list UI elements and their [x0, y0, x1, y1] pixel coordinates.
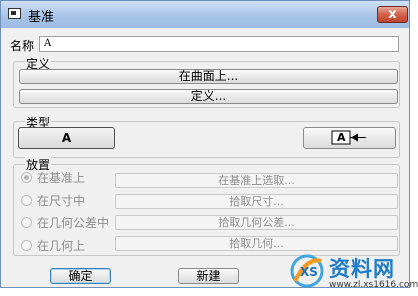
datum-dialog: 基准 x 名称 A 定义 在曲面上... 定义... 类型 A A 放置 在基准… [0, 0, 410, 288]
type-datum-label: A [61, 131, 72, 145]
radio-in-dimension[interactable] [21, 195, 32, 206]
radio-in-gtol[interactable] [21, 217, 32, 228]
datum-arrow-icon [331, 130, 366, 145]
svg-text:XS: XS [300, 265, 318, 279]
pick-dimension-field[interactable]: 拾取尺寸... [115, 194, 398, 209]
select-on-datum-field[interactable]: 在基准上选取... [115, 173, 398, 188]
title-bar[interactable]: 基准 x [1, 1, 409, 28]
xs-logo-icon: XS [290, 254, 324, 288]
name-label: 名称 [10, 39, 35, 53]
radio-on-datum[interactable] [21, 172, 32, 183]
define-button[interactable]: 定义... [19, 89, 398, 104]
radio-on-datum-label: 在基准上 [37, 171, 86, 185]
new-button[interactable]: 新建 [178, 268, 239, 284]
type-datum-button[interactable]: A [18, 127, 115, 149]
window-app-icon [8, 8, 21, 19]
type-datum-target-label: A [337, 131, 346, 144]
radio-on-geometry[interactable] [21, 240, 32, 251]
close-icon: x [388, 7, 397, 22]
pick-gtol-field[interactable]: 拾取几何公差... [115, 215, 398, 230]
watermark-url: www.zl.xs1616.com [329, 280, 418, 290]
type-datum-target-button[interactable]: A [303, 127, 396, 149]
name-input[interactable]: A [39, 36, 399, 52]
ok-button[interactable]: 确定 [50, 268, 111, 284]
radio-in-gtol-label: 在几何公差中 [37, 216, 110, 230]
radio-in-dimension-label: 在尺寸中 [37, 194, 86, 208]
window-title: 基准 [28, 10, 55, 25]
close-button[interactable]: x [377, 6, 408, 23]
on-surface-button[interactable]: 在曲面上... [19, 69, 398, 84]
watermark-logo: XS 资料网 www.zl.xs1616.com [285, 247, 418, 296]
radio-on-geometry-label: 在几何上 [37, 239, 86, 253]
watermark-brand: 资料网 [329, 257, 395, 281]
